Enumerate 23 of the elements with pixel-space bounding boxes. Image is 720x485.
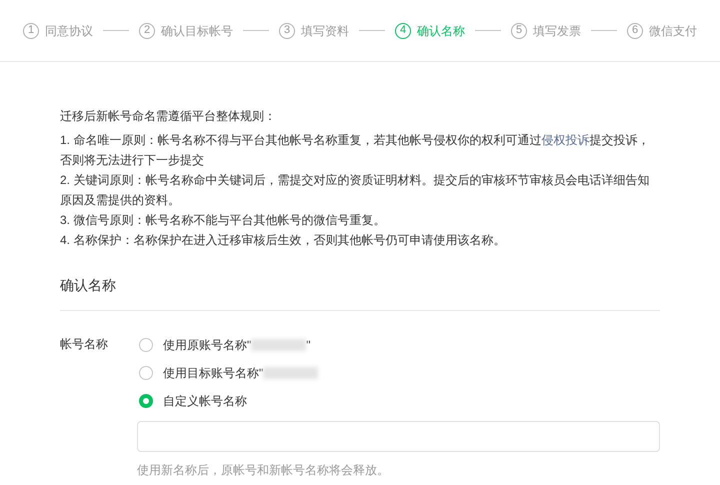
section-title: 确认名称 <box>60 275 660 311</box>
rule-text: 1. 命名唯一原则：帐号名称不得与平台其他帐号名称重复，若其他帐号侵权你的权利可通过侵权投诉提交投诉，否则将无法进行下一步提交 <box>60 132 650 169</box>
rule-text: 4. 名称保护：名称保护在进入迁移审核后生效，否则其他帐号仍可申请使用该名称。 <box>60 232 506 249</box>
field-label: 帐号名称 <box>60 336 109 353</box>
complaint-link[interactable]: 侵权投诉 <box>541 133 590 147</box>
rule-text: 2. 关键词原则：帐号名称命中关键词后，需提交对应的资质证明材料。提交后的审核环节审核员会电话详细告知原因及需提供的资料。 <box>60 172 650 209</box>
step: 1 同意协议 <box>23 22 93 40</box>
input-field[interactable] <box>137 421 660 452</box>
radio-label: 自定义帐号名称 <box>163 393 247 410</box>
step: 6 微信支付 <box>627 22 697 40</box>
hint-text: 使用新名称后，原帐号和新帐号名称将会释放。 <box>137 462 390 479</box>
rule-text: 3. 微信号原则：帐号名称不能与平台其他帐号的微信号重复。 <box>60 212 386 229</box>
radio-label: 使用目标账号名称" <box>163 365 264 382</box>
step: 3 填写资料 <box>279 22 349 40</box>
radio-button[interactable] <box>139 394 153 408</box>
step: 4 确认名称 <box>395 22 465 40</box>
radio-button[interactable] <box>139 338 153 352</box>
step: 2 确认目标帐号 <box>139 22 233 40</box>
radio-label: " <box>306 337 311 354</box>
rules-heading: 迁移后新帐号命名需遵循平台整体规则： <box>60 108 277 125</box>
radio-button[interactable] <box>139 366 153 380</box>
step: 5 填写发票 <box>511 22 581 40</box>
radio-label: 使用原账号名称" <box>163 337 252 354</box>
